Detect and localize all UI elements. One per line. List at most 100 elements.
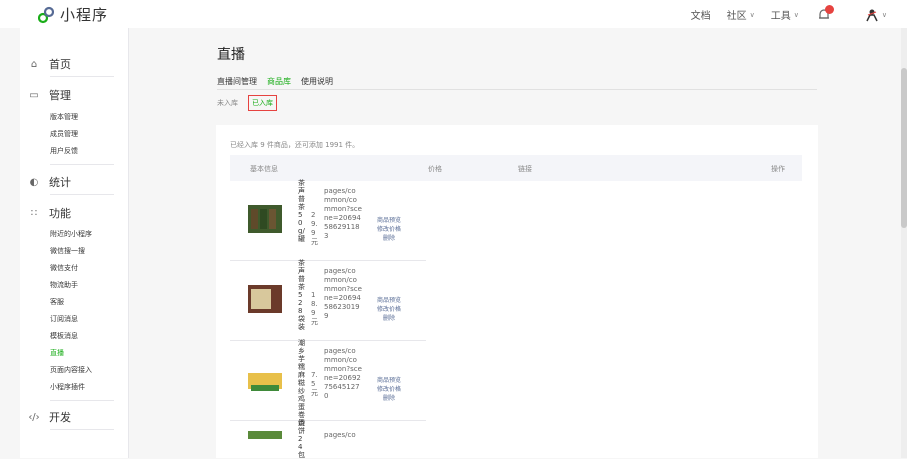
product-image <box>248 365 282 393</box>
product-name: 茶声普茶50g/罐 <box>298 179 305 243</box>
tabs: 直播间管理 商品库 使用说明 <box>217 76 343 87</box>
sidebar-item-label: 统计 <box>49 176 71 189</box>
edit-price-button[interactable]: 修改价格 <box>372 225 406 234</box>
sidebar-item-members[interactable]: 成员管理 <box>50 129 78 139</box>
tab-products[interactable]: 商品库 <box>267 76 291 87</box>
stock-summary: 已经入库 9 件商品，还可添加 1991 件。 <box>230 141 360 149</box>
subtab-stocked[interactable]: 已入库 <box>248 95 277 111</box>
manage-icon: ▭ <box>29 89 39 101</box>
logo-text: 小程序 <box>60 6 109 24</box>
nav-docs[interactable]: 文档 <box>691 7 711 22</box>
divider <box>50 164 114 165</box>
subtabs: 未入库 已入库 <box>217 95 287 111</box>
sidebar-item-label: 功能 <box>49 207 71 220</box>
table-row: 香 pages/co <box>230 419 426 458</box>
nav-docs-label: 文档 <box>690 11 711 22</box>
product-link: pages/common/common?scene=20694586291183 <box>324 187 362 240</box>
product-panel: 已经入库 9 件商品，还可添加 1991 件。 基本信息 价格 链接 操作 茶声… <box>216 125 818 459</box>
sidebar-group-stats[interactable]: ◐ 统计 <box>28 174 71 190</box>
home-icon: ⌂ <box>30 58 38 70</box>
product-link: pages/co <box>324 431 356 439</box>
row-actions: 商品预览 修改价格 删除 <box>372 376 406 403</box>
miniprogram-logo-icon <box>38 6 54 23</box>
notification-badge <box>824 4 834 14</box>
sidebar-item-label: 首页 <box>49 58 71 71</box>
sidebar-item-feedback[interactable]: 用户反馈 <box>50 146 78 156</box>
sidebar: ⌂ 首页 ▭ 管理 版本管理 成员管理 用户反馈 ◐ 统计 ∷ 功能 附近的小程… <box>20 28 129 458</box>
tab-live-rooms[interactable]: 直播间管理 <box>217 76 257 87</box>
table-header: 基本信息 价格 链接 操作 <box>230 155 802 181</box>
column-info: 基本信息 <box>250 165 278 173</box>
nav-community[interactable]: 社区 ∨ <box>726 7 755 23</box>
sidebar-item-nearby[interactable]: 附近的小程序 <box>50 229 92 239</box>
sidebar-item-subscribe[interactable]: 订阅消息 <box>50 314 78 324</box>
product-name: 茶声普茶528袋装 <box>298 259 305 331</box>
preview-button[interactable]: 商品预览 <box>372 216 406 225</box>
delete-button[interactable]: 删除 <box>372 394 406 403</box>
product-price: 29.9元 <box>311 211 318 246</box>
sidebar-group-dev[interactable]: ‹/› 开发 <box>28 409 71 425</box>
product-price: 7.5元 <box>311 371 318 397</box>
sidebar-item-versions[interactable]: 版本管理 <box>50 112 78 122</box>
delete-button[interactable]: 删除 <box>372 234 406 243</box>
sidebar-group-features[interactable]: ∷ 功能 <box>28 205 71 221</box>
features-grid-icon: ∷ <box>30 207 38 219</box>
delete-button[interactable]: 删除 <box>372 314 406 323</box>
product-image <box>248 205 282 233</box>
sidebar-item-label: 开发 <box>49 411 71 424</box>
chevron-down-icon: ∨ <box>881 10 887 19</box>
sidebar-item-home[interactable]: ⌂ 首页 <box>28 56 71 72</box>
preview-button[interactable]: 商品预览 <box>372 296 406 305</box>
column-price: 价格 <box>428 165 442 173</box>
sidebar-item-label: 管理 <box>49 89 71 102</box>
preview-button[interactable]: 商品预览 <box>372 376 406 385</box>
code-icon: ‹/› <box>28 411 40 423</box>
nav-community-label: 社区 <box>726 11 747 22</box>
table-row: 潮乡芋糯麻糍纱鸡蛋卷烧饼24包 7.5元 pages/common/common… <box>230 339 426 459</box>
product-price: 18.9元 <box>311 291 318 326</box>
row-actions: 商品预览 修改价格 删除 <box>372 216 406 243</box>
sidebar-item-service[interactable]: 客服 <box>50 297 64 307</box>
tab-divider <box>217 89 817 90</box>
divider <box>50 400 114 401</box>
chevron-down-icon: ∨ <box>749 10 755 19</box>
nav-tools[interactable]: 工具 ∨ <box>770 7 799 23</box>
stats-icon: ◐ <box>29 176 39 188</box>
sidebar-item-template[interactable]: 模板消息 <box>50 331 78 341</box>
edit-price-button[interactable]: 修改价格 <box>372 385 406 394</box>
product-image <box>248 431 282 445</box>
scrollbar-thumb[interactable] <box>901 68 907 228</box>
chevron-down-icon: ∨ <box>793 10 799 19</box>
product-link: pages/common/common?scene=20694586230199 <box>324 267 362 320</box>
avatar-icon <box>866 9 878 21</box>
table-row: 茶声普茶528袋装 18.9元 pages/common/common?scen… <box>230 259 426 341</box>
tab-instructions[interactable]: 使用说明 <box>301 76 333 87</box>
divider <box>50 194 114 195</box>
sidebar-item-pay[interactable]: 微信支付 <box>50 263 78 273</box>
sidebar-item-plugins[interactable]: 小程序插件 <box>50 382 85 392</box>
table-row: 茶声普茶50g/罐 29.9元 pages/common/common?scen… <box>230 179 426 261</box>
divider <box>50 76 114 77</box>
edit-price-button[interactable]: 修改价格 <box>372 305 406 314</box>
product-image <box>248 285 282 313</box>
row-actions: 商品预览 修改价格 删除 <box>372 296 406 323</box>
main-content: 直播 直播间管理 商品库 使用说明 未入库 已入库 已经入库 9 件商品，还可添… <box>130 28 907 459</box>
product-name: 香 <box>298 419 305 427</box>
nav-tools-label: 工具 <box>770 11 791 22</box>
scrollbar[interactable] <box>901 28 907 458</box>
sidebar-item-logistics[interactable]: 物流助手 <box>50 280 78 290</box>
top-bar: 小程序 文档 社区 ∨ 工具 ∨ ∨ <box>0 0 907 28</box>
sidebar-item-live[interactable]: 直播 <box>50 348 64 358</box>
column-link: 链接 <box>518 165 532 173</box>
page-title: 直播 <box>217 47 245 63</box>
sidebar-group-manage[interactable]: ▭ 管理 <box>28 87 71 103</box>
sidebar-item-content[interactable]: 页面内容接入 <box>50 365 92 375</box>
top-nav: 文档 社区 ∨ 工具 ∨ ∨ <box>675 4 887 23</box>
notification-bell-icon[interactable] <box>817 4 834 22</box>
account-menu[interactable]: ∨ <box>847 8 887 22</box>
subtab-not-stocked[interactable]: 未入库 <box>217 98 238 108</box>
logo[interactable]: 小程序 <box>38 4 108 25</box>
product-link: pages/common/common?scene=20692756451270 <box>324 347 362 400</box>
sidebar-item-search[interactable]: 微信搜一搜 <box>50 246 85 256</box>
column-ops: 操作 <box>771 165 785 173</box>
